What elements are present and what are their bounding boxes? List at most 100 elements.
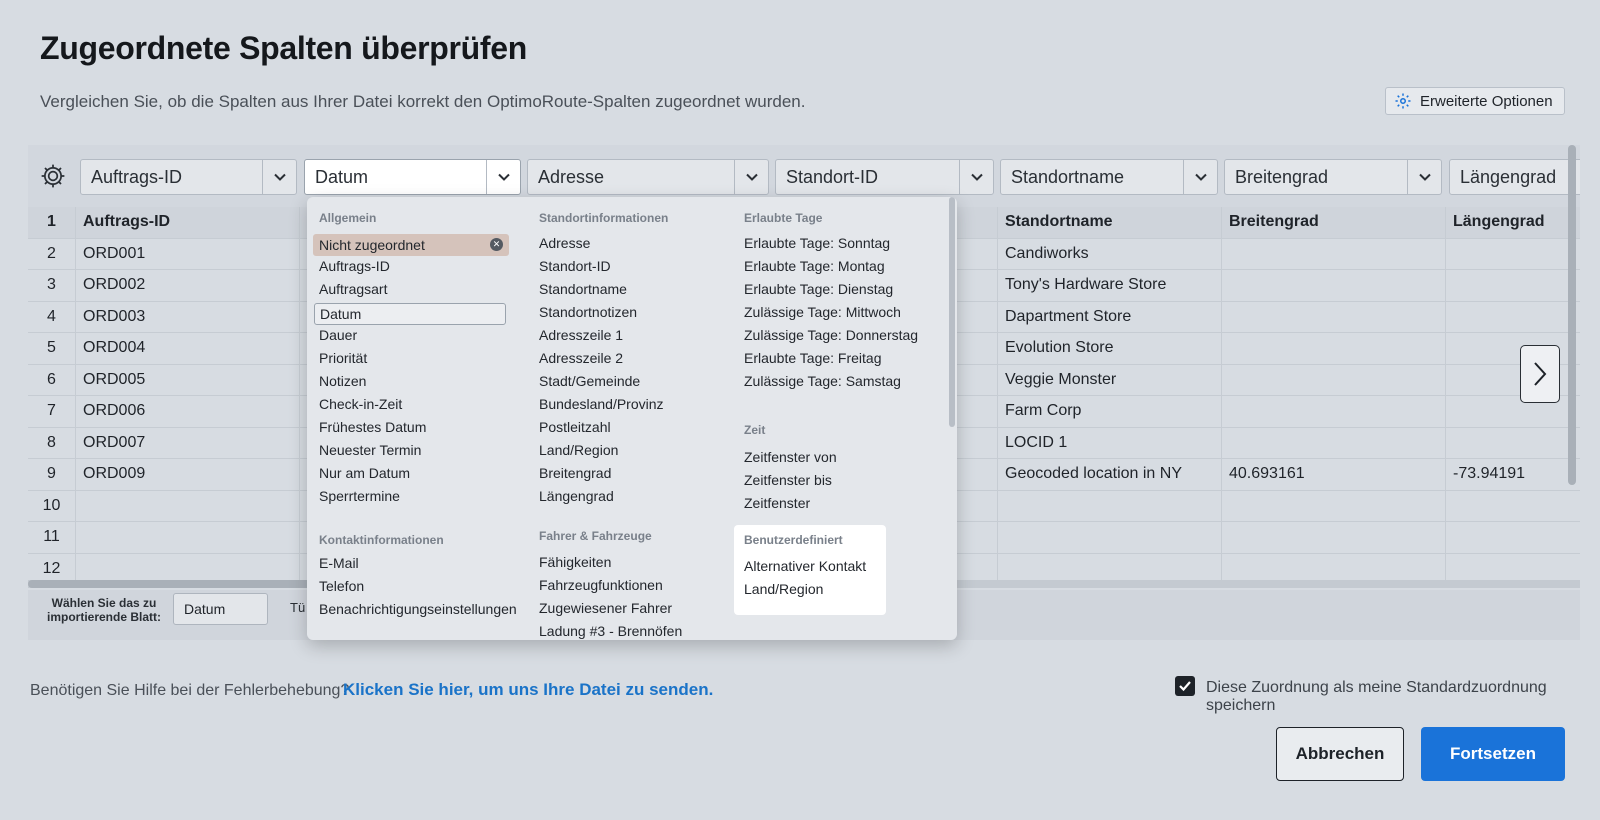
- table-cell: [1446, 491, 1580, 522]
- column-select-2[interactable]: Datum: [304, 159, 521, 195]
- chevron-down-icon[interactable]: [1407, 160, 1441, 194]
- table-cell: ORD004: [76, 333, 300, 364]
- dropdown-item[interactable]: Standort-ID: [539, 258, 611, 274]
- table-cell: [1222, 238, 1446, 269]
- checkmark-icon: [1179, 681, 1191, 692]
- dropdown-item[interactable]: Alternativer Kontakt: [744, 558, 866, 574]
- dropdown-item[interactable]: Dauer: [319, 327, 357, 343]
- scroll-thumb[interactable]: [28, 580, 338, 588]
- table-cell: ORD005: [76, 364, 300, 395]
- dropdown-item[interactable]: E-Mail: [319, 555, 359, 571]
- column-select-1[interactable]: Auftrags-ID: [80, 159, 297, 195]
- dropdown-item[interactable]: Fahrzeugfunktionen: [539, 577, 663, 593]
- table-cell: [1222, 364, 1446, 395]
- table-cell: ORD007: [76, 427, 300, 458]
- dropdown-item[interactable]: Längengrad: [539, 488, 614, 504]
- column-select-label: Standortname: [1011, 166, 1125, 187]
- dropdown-item[interactable]: Land/Region: [539, 442, 618, 458]
- column-select-4[interactable]: Standort-ID: [775, 159, 994, 195]
- dropdown-item[interactable]: Zeitfenster: [744, 495, 810, 511]
- chevron-down-icon[interactable]: [486, 160, 520, 194]
- dropdown-group-label: Erlaubte Tage: [744, 211, 823, 225]
- dropdown-item[interactable]: Zulässige Tage: Samstag: [744, 373, 901, 389]
- dropdown-item[interactable]: Zugewiesener Fahrer: [539, 600, 672, 616]
- table-cell: [1222, 490, 1446, 521]
- table-cell: Veggie Monster: [998, 364, 1222, 395]
- chevron-down-icon[interactable]: [959, 160, 993, 194]
- dropdown-item[interactable]: Erlaubte Tage: Sonntag: [744, 235, 890, 251]
- cancel-button[interactable]: Abbrechen: [1276, 727, 1404, 781]
- clear-icon[interactable]: ✕: [490, 238, 503, 251]
- dropdown-item[interactable]: Zeitfenster bis: [744, 472, 832, 488]
- dropdown-item[interactable]: Zulässige Tage: Mittwoch: [744, 304, 901, 320]
- table-cell: [1222, 396, 1446, 427]
- table-cell: ORD002: [76, 270, 300, 301]
- dropdown-item[interactable]: Standortnotizen: [539, 304, 637, 320]
- table-cell: 40.693161: [1222, 459, 1446, 490]
- dropdown-item[interactable]: Notizen: [319, 373, 366, 389]
- gear-icon: [1395, 93, 1411, 109]
- settings-icon[interactable]: [34, 159, 72, 193]
- table-cell: LOCID 1: [998, 427, 1222, 458]
- dropdown-scrollbar[interactable]: [949, 197, 955, 427]
- dropdown-item[interactable]: Nicht zugeordnet ✕: [313, 234, 509, 256]
- dropdown-item[interactable]: Priorität: [319, 350, 367, 366]
- advanced-options-button[interactable]: Erweiterte Optionen: [1385, 87, 1565, 115]
- row-number: 9: [28, 459, 76, 490]
- dropdown-group-label: Standortinformationen: [539, 211, 669, 225]
- next-columns-button[interactable]: [1520, 345, 1560, 403]
- dropdown-item[interactable]: Bundesland/Provinz: [539, 396, 664, 412]
- chevron-down-icon[interactable]: [734, 160, 768, 194]
- row-number: 6: [28, 364, 76, 395]
- dropdown-item[interactable]: Telefon: [319, 578, 364, 594]
- dropdown-item[interactable]: Auftragsart: [319, 281, 387, 297]
- dropdown-item[interactable]: Land/Region: [744, 581, 823, 597]
- dropdown-item[interactable]: Nur am Datum: [319, 465, 410, 481]
- row-number: 11: [28, 522, 76, 553]
- dropdown-item[interactable]: Sperrtermine: [319, 488, 400, 504]
- column-mapping-dropdown: Allgemein Nicht zugeordnet ✕ Auftrags-ID Auf…: [307, 197, 957, 640]
- table-cell: [1222, 333, 1446, 364]
- column-select-6[interactable]: Breitengrad: [1224, 159, 1442, 195]
- dropdown-item[interactable]: Postleitzahl: [539, 419, 611, 435]
- dropdown-item[interactable]: Ladung #3 - Brennöfen: [539, 623, 682, 639]
- page-subtitle: Vergleichen Sie, ob die Spalten aus Ihre…: [40, 92, 806, 111]
- chevron-down-icon[interactable]: [262, 160, 296, 194]
- dropdown-item[interactable]: Frühestes Datum: [319, 419, 426, 435]
- dropdown-item[interactable]: Neuester Termin: [319, 442, 421, 458]
- dropdown-item[interactable]: Zulässige Tage: Donnerstag: [744, 327, 918, 343]
- column-select-label: Datum: [315, 166, 369, 187]
- dropdown-item[interactable]: Erlaubte Tage: Montag: [744, 258, 885, 274]
- page-title: Zugeordnete Spalten überprüfen: [40, 30, 528, 66]
- column-select-3[interactable]: Adresse: [527, 159, 769, 195]
- table-cell: Auftrags-ID: [76, 207, 300, 238]
- dropdown-item[interactable]: Standortname: [539, 281, 627, 297]
- send-file-link[interactable]: Klicken Sie hier, um uns Ihre Datei zu s…: [343, 680, 713, 700]
- sheet-select[interactable]: Datum: [173, 593, 268, 625]
- dropdown-item[interactable]: Adresszeile 2: [539, 350, 623, 366]
- column-select-7[interactable]: Längengrad: [1449, 159, 1580, 195]
- dropdown-item[interactable]: Datum: [314, 303, 506, 325]
- save-default-checkbox[interactable]: [1175, 676, 1195, 696]
- sheet-extra-label: Tü: [290, 600, 306, 615]
- table-cell: Dapartment Store: [998, 301, 1222, 332]
- dropdown-item[interactable]: Auftrags-ID: [319, 258, 390, 274]
- dropdown-item[interactable]: Erlaubte Tage: Dienstag: [744, 281, 893, 297]
- continue-button[interactable]: Fortsetzen: [1421, 727, 1565, 781]
- dropdown-item[interactable]: Benachrichtigungseinstellungen: [319, 601, 517, 617]
- vertical-scrollbar[interactable]: [1568, 145, 1576, 485]
- chevron-down-icon[interactable]: [1183, 160, 1217, 194]
- dropdown-item[interactable]: Adresszeile 1: [539, 327, 623, 343]
- dropdown-item[interactable]: Erlaubte Tage: Freitag: [744, 350, 882, 366]
- column-select-label: Längengrad: [1460, 166, 1557, 187]
- table-cell: Geocoded location in NY: [998, 459, 1222, 490]
- dropdown-item[interactable]: Breitengrad: [539, 465, 611, 481]
- dropdown-item[interactable]: Stadt/Gemeinde: [539, 373, 640, 389]
- dropdown-item[interactable]: Zeitfenster von: [744, 449, 837, 465]
- dropdown-item[interactable]: Fähigkeiten: [539, 554, 611, 570]
- dropdown-item[interactable]: Check-in-Zeit: [319, 396, 402, 412]
- row-number: 4: [28, 301, 76, 332]
- column-select-5[interactable]: Standortname: [1000, 159, 1218, 195]
- table-cell: ORD006: [76, 396, 300, 427]
- dropdown-item[interactable]: Adresse: [539, 235, 590, 251]
